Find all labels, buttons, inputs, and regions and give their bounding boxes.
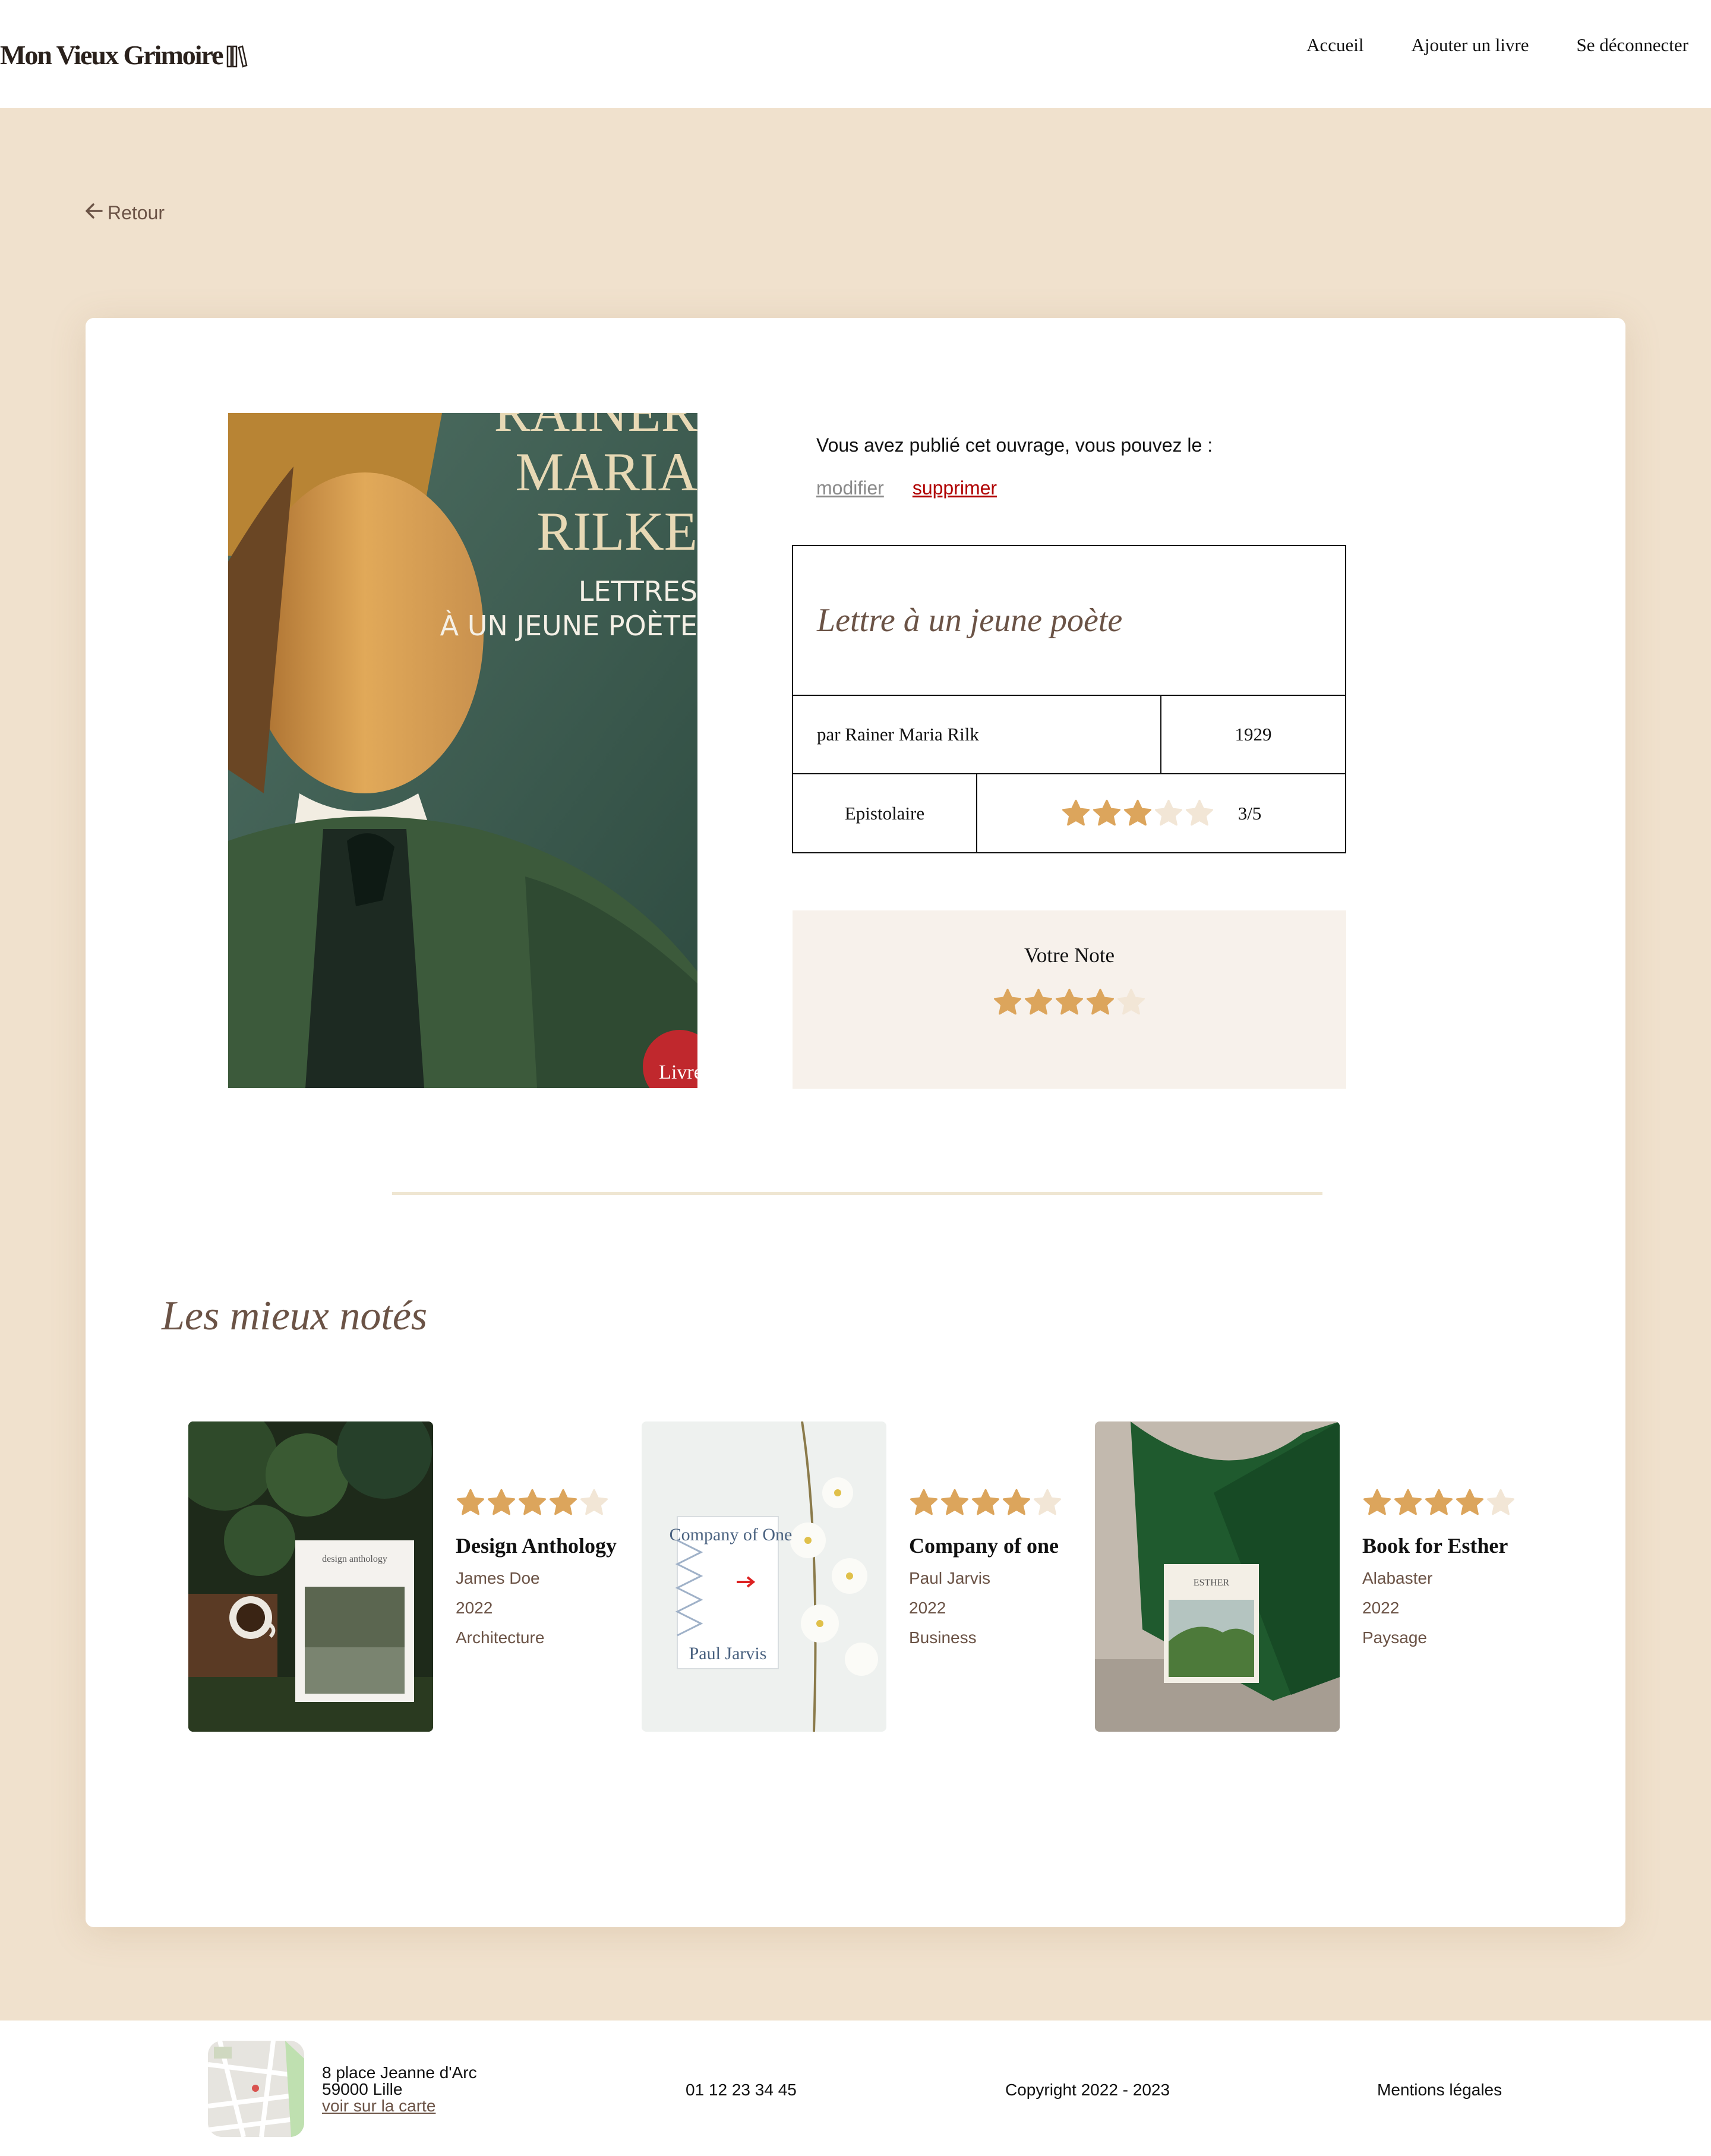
rating-score: 3/5 (1238, 802, 1262, 824)
book-year: 1929 (1161, 696, 1345, 774)
site-footer: 8 place Jeanne d'Arc 59000 Lille voir su… (0, 2021, 1711, 2156)
map-link[interactable]: voir sur la carte (322, 2098, 477, 2114)
owner-actions: modifier supprimer (816, 477, 997, 499)
star-filled-icon (549, 1489, 577, 1515)
main-nav: Accueil Ajouter un livre Se déconnecter (1306, 34, 1688, 56)
company-of-one-cover-author: Paul Jarvis (689, 1644, 767, 1663)
star-filled-icon[interactable] (1055, 988, 1084, 1017)
star-filled-icon[interactable] (1085, 988, 1115, 1017)
owner-notice: Vous avez publié cet ouvrage, vous pouve… (816, 434, 1213, 456)
your-rating-stars[interactable] (993, 988, 1146, 1017)
star-empty-icon (1033, 1489, 1062, 1515)
item-author: James Doe (456, 1569, 540, 1587)
cover-text-line-3: RILKE (536, 501, 697, 562)
address-line-2: 59000 Lille (322, 2080, 403, 2098)
modify-link[interactable]: modifier (816, 477, 884, 499)
best-rated-item[interactable]: Company of One Paul Jarvis Company of on… (642, 1421, 1069, 1732)
your-rating-panel: Votre Note (793, 910, 1346, 1089)
site-header: Mon Vieux Grimoire Accueil Ajouter un li… (0, 0, 1711, 108)
item-title: Company of one (909, 1534, 1059, 1558)
item-title: Book for Esther (1362, 1534, 1508, 1558)
address-line-1: 8 place Jeanne d'Arc (322, 2063, 477, 2082)
nav-add-book-link[interactable]: Ajouter un livre (1412, 34, 1529, 56)
delete-link[interactable]: supprimer (913, 477, 997, 499)
esther-cover-text: ESTHER (1194, 1578, 1230, 1588)
star-filled-icon (1456, 1489, 1484, 1515)
book-genre: Epistolaire (793, 774, 977, 852)
logo[interactable]: Mon Vieux Grimoire (0, 37, 248, 73)
design-anthology-cover: design anthology (188, 1421, 433, 1732)
map-thumbnail[interactable] (208, 2041, 304, 2137)
cover-text-line-2: MARIA (515, 442, 697, 502)
book-title: Lettre à un jeune poète (793, 546, 1345, 696)
star-filled-icon (910, 1489, 938, 1515)
item-year: 2022 (456, 1599, 493, 1617)
star-filled-icon (940, 1489, 969, 1515)
your-rating-label: Votre Note (1024, 944, 1115, 967)
star-filled-icon (1062, 799, 1090, 825)
item-rating-stars (456, 1488, 617, 1518)
star-empty-icon (1154, 799, 1182, 825)
best-rated-item[interactable]: design anthology Design Anthology James … (188, 1421, 617, 1732)
books-icon (226, 42, 248, 68)
star-empty-icon (1185, 799, 1213, 825)
cover-text-line-4: LETTRES (579, 575, 697, 607)
star-filled-icon (1394, 1489, 1422, 1515)
star-filled-icon (518, 1489, 547, 1515)
book-cover-image: RAINER MARIA RILKE LETTRES À UN JEUNE PO… (228, 413, 697, 1088)
back-link[interactable]: Retour (85, 202, 165, 224)
book-info-table: Lettre à un jeune poète par Rainer Maria… (792, 545, 1346, 853)
book-rating: 3/5 (977, 774, 1345, 852)
item-rating-stars (909, 1488, 1062, 1518)
star-filled-icon (1002, 1489, 1031, 1515)
star-filled-icon (1363, 1489, 1391, 1515)
nav-home-link[interactable]: Accueil (1306, 34, 1363, 56)
item-genre: Architecture (456, 1628, 545, 1647)
average-rating-stars (1061, 799, 1214, 828)
item-rating-stars (1362, 1488, 1516, 1518)
phone-number: 01 12 23 34 45 (686, 2081, 797, 2099)
item-year: 2022 (909, 1599, 946, 1617)
cover-text-line-5: À UN JEUNE POÈTE (440, 610, 697, 642)
book-author: par Rainer Maria Rilk (793, 696, 1161, 774)
item-genre: Business (909, 1628, 977, 1647)
star-empty-icon[interactable] (1116, 988, 1146, 1017)
arrow-left-icon (85, 202, 103, 224)
copyright-text: Copyright 2022 - 2023 (1005, 2081, 1170, 2099)
item-title: Design Anthology (456, 1534, 617, 1558)
nav-logout-link[interactable]: Se déconnecter (1577, 34, 1688, 56)
star-filled-icon[interactable] (1024, 988, 1053, 1017)
star-filled-icon (971, 1489, 1000, 1515)
design-anthology-cover-text: design anthology (322, 1554, 387, 1564)
best-rated-title: Les mieux notés (162, 1293, 428, 1339)
book-for-esther-cover: ESTHER (1095, 1421, 1340, 1732)
section-divider (392, 1192, 1322, 1195)
back-label: Retour (108, 202, 165, 223)
item-year: 2022 (1362, 1599, 1400, 1617)
star-filled-icon (1425, 1489, 1453, 1515)
star-filled-icon (487, 1489, 516, 1515)
company-of-one-cover-text: Company of One (670, 1525, 793, 1544)
star-empty-icon (1486, 1489, 1515, 1515)
star-filled-icon[interactable] (993, 988, 1022, 1017)
cover-text-line-1: RAINER (494, 413, 697, 443)
cover-badge-text: Livre (659, 1061, 697, 1083)
item-author: Alabaster (1362, 1569, 1433, 1587)
star-empty-icon (580, 1489, 608, 1515)
star-filled-icon (456, 1489, 485, 1515)
best-rated-item[interactable]: ESTHER Book for Esther Alabaster 2022 Pa… (1095, 1421, 1523, 1732)
item-author: Paul Jarvis (909, 1569, 990, 1587)
legal-link[interactable]: Mentions légales (1377, 2081, 1502, 2100)
logo-text: Mon Vieux Grimoire (0, 39, 224, 70)
company-of-one-cover: Company of One Paul Jarvis (642, 1421, 886, 1732)
star-filled-icon (1093, 799, 1120, 825)
star-filled-icon (1123, 799, 1151, 825)
book-card: RAINER MARIA RILKE LETTRES À UN JEUNE PO… (86, 318, 1625, 1927)
address-block: 8 place Jeanne d'Arc 59000 Lille voir su… (322, 2064, 477, 2114)
item-genre: Paysage (1362, 1628, 1427, 1647)
